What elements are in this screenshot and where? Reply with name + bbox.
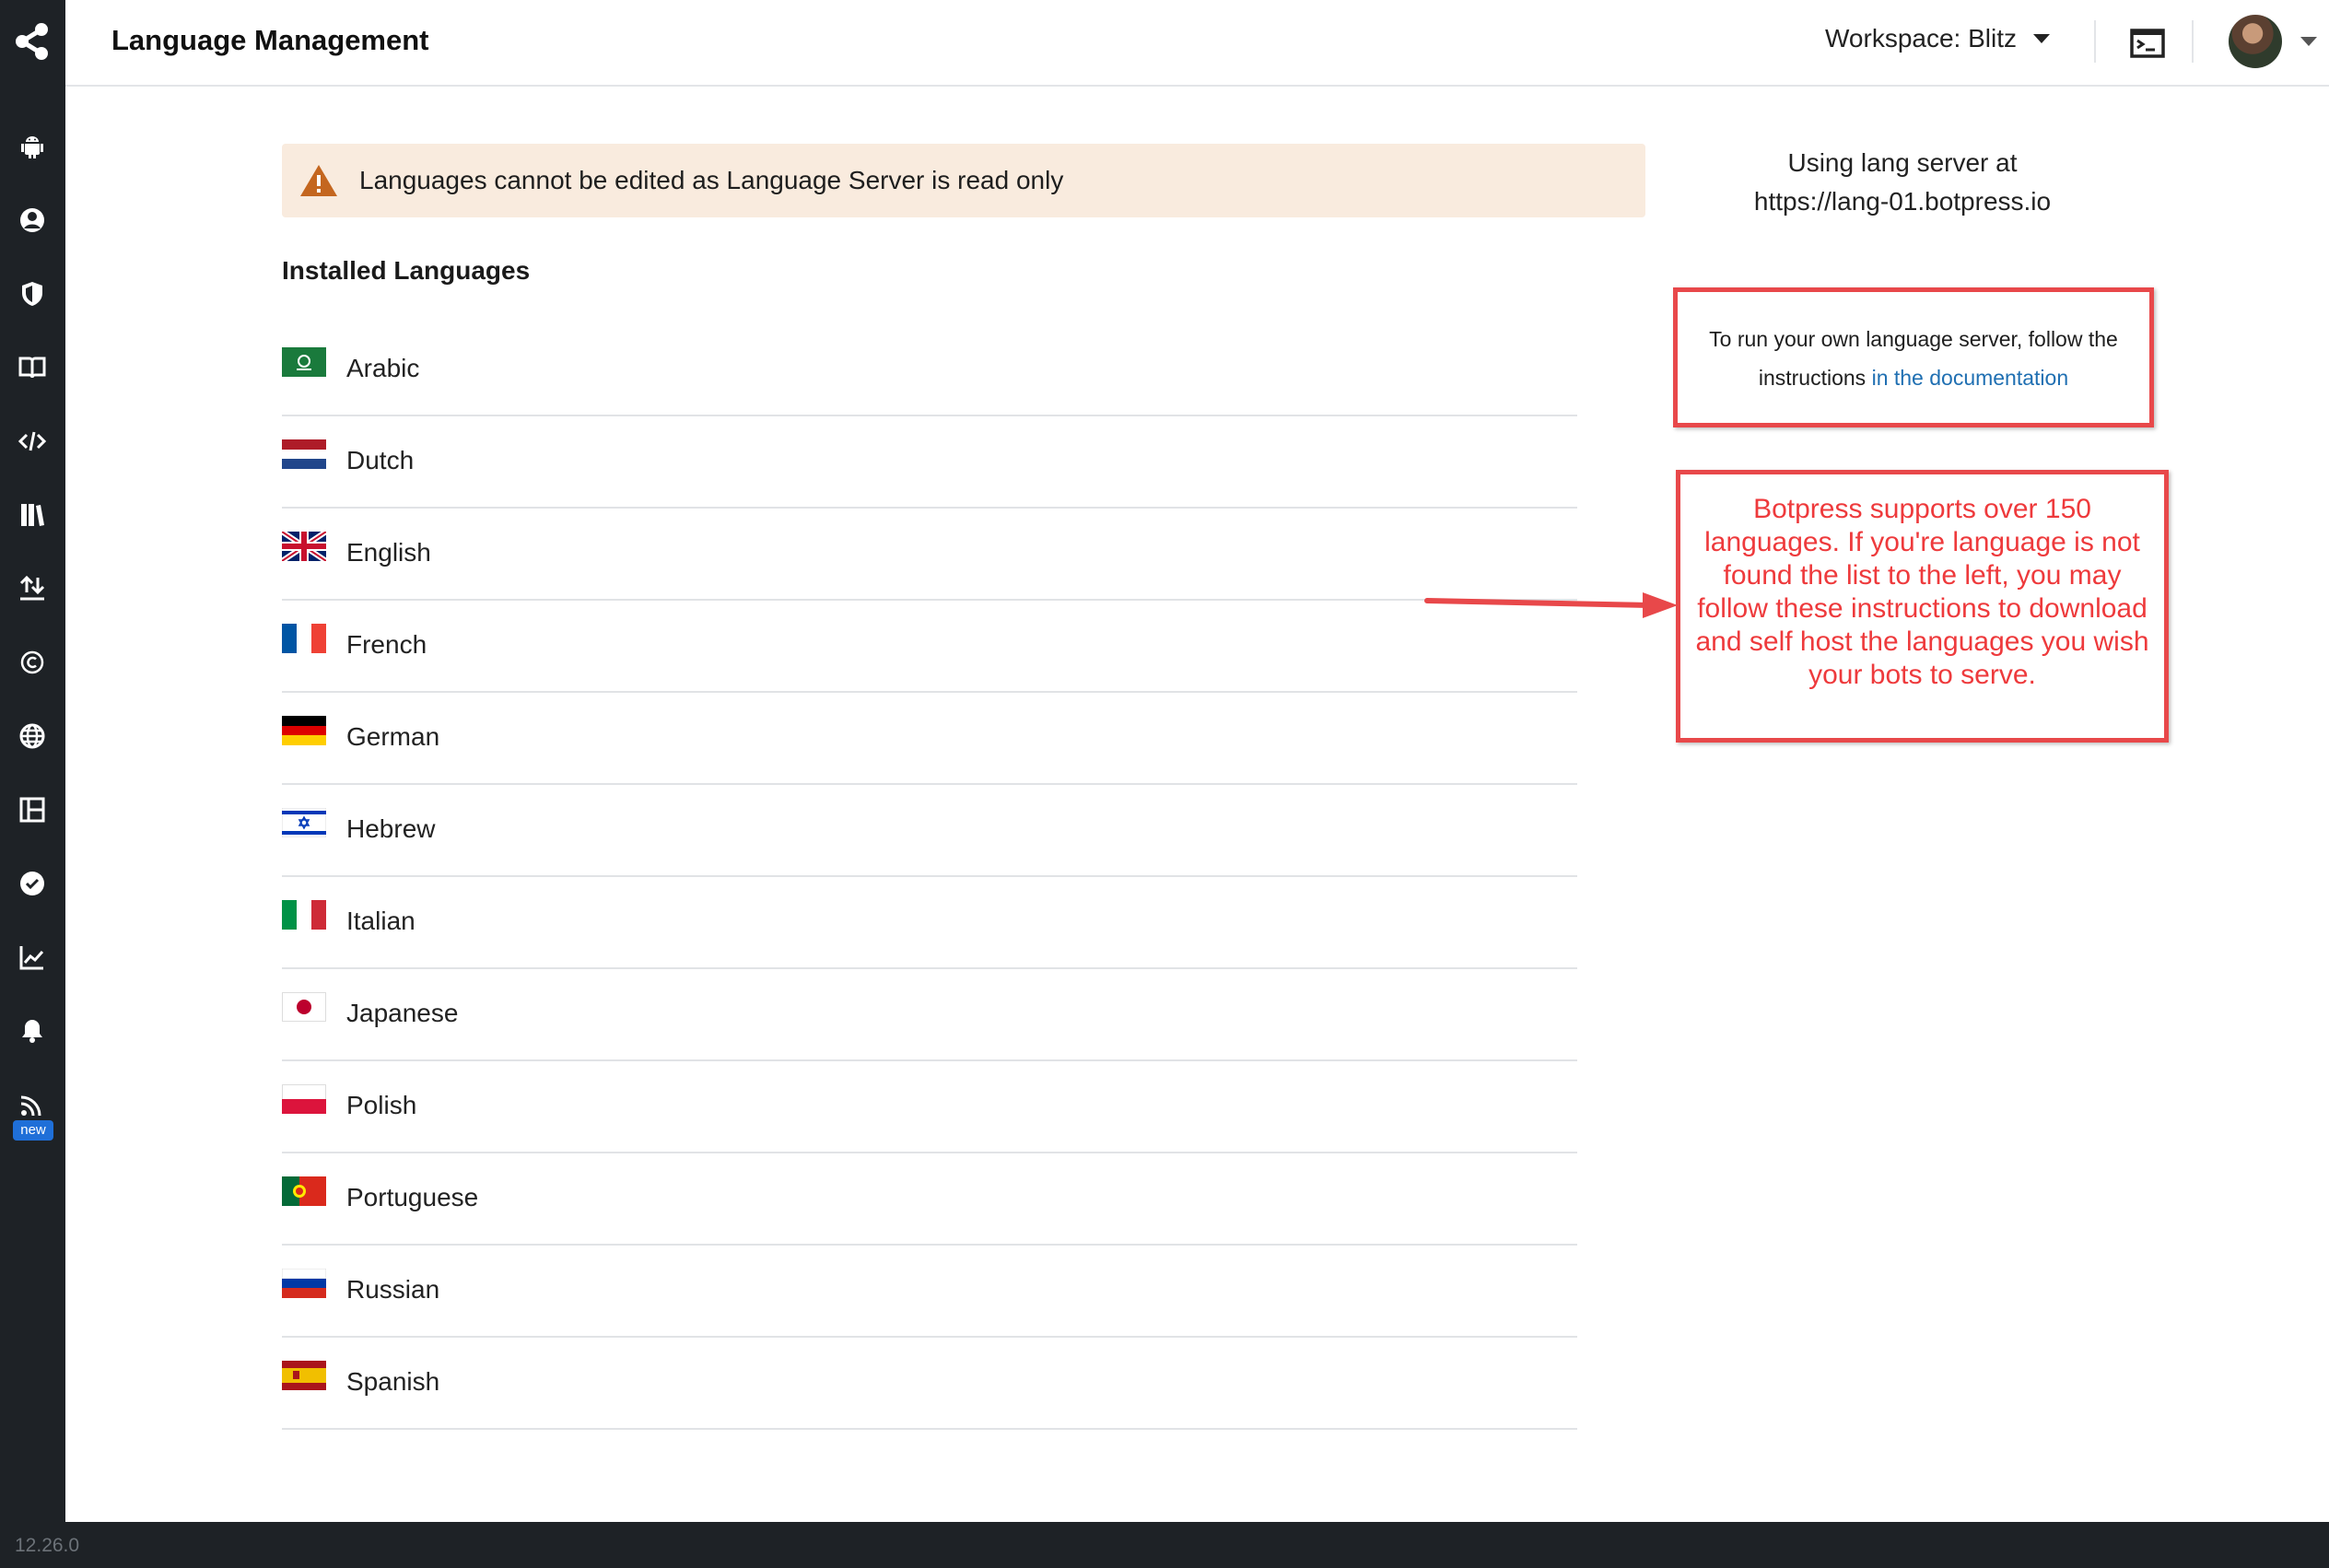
language-name: French: [346, 630, 427, 659]
list-item: Italian: [282, 877, 1577, 969]
flag-hebrew-icon: [282, 808, 326, 837]
flag-spanish-icon: [282, 1361, 326, 1390]
globe-icon[interactable]: [17, 720, 48, 752]
flag-italian-icon: [282, 900, 326, 930]
list-item: Arabic: [282, 324, 1577, 416]
workspace-selector[interactable]: Workspace: Blitz: [1825, 24, 2050, 53]
shield-icon[interactable]: [17, 278, 48, 310]
list-item: French: [282, 601, 1577, 693]
chevron-down-icon: [2033, 34, 2050, 43]
language-name: Russian: [346, 1275, 440, 1304]
lang-server-info: Using lang server at https://lang-01.bot…: [1704, 144, 2101, 221]
list-item: Polish: [282, 1061, 1577, 1153]
read-only-warning-banner: Languages cannot be edited as Language S…: [282, 144, 1645, 217]
list-item: Portuguese: [282, 1153, 1577, 1246]
import-export-icon[interactable]: [17, 573, 48, 604]
lang-server-url: https://lang-01.botpress.io: [1753, 187, 2052, 216]
flag-portuguese-icon: [282, 1176, 326, 1206]
lang-server-label: Using lang server at: [1787, 148, 2018, 177]
list-item: Russian: [282, 1246, 1577, 1338]
workspace-label: Workspace: Blitz: [1825, 24, 2017, 53]
docs-callout-box: To run your own language server, follow …: [1673, 287, 2154, 427]
flag-english-icon: [282, 532, 326, 561]
book-icon[interactable]: [17, 352, 48, 383]
installed-languages-title: Installed Languages: [282, 256, 531, 285]
language-list: Arabic Dutch English French German Hebre…: [282, 324, 1577, 1430]
language-name: Spanish: [346, 1367, 440, 1396]
flag-dutch-icon: [282, 439, 326, 469]
list-item: English: [282, 509, 1577, 601]
copyright-icon[interactable]: [17, 647, 48, 678]
flag-japanese-icon: [282, 992, 326, 1022]
list-item: Dutch: [282, 416, 1577, 509]
flag-french-icon: [282, 624, 326, 653]
new-badge: new: [13, 1120, 53, 1141]
flag-russian-icon: [282, 1269, 326, 1298]
header-divider: [2094, 20, 2096, 63]
language-name: Polish: [346, 1091, 417, 1119]
flag-polish-icon: [282, 1084, 326, 1114]
botpress-logo-icon[interactable]: [11, 20, 53, 63]
warning-text: Languages cannot be edited as Language S…: [359, 166, 1064, 194]
rss-feed-icon[interactable]: [17, 1089, 48, 1120]
terminal-icon[interactable]: [2129, 25, 2166, 62]
list-item: Spanish: [282, 1338, 1577, 1430]
bell-icon[interactable]: [17, 1015, 48, 1047]
language-name: German: [346, 722, 440, 751]
list-item: German: [282, 693, 1577, 785]
sidebar: new: [0, 0, 65, 1522]
language-name: Dutch: [346, 446, 415, 474]
documentation-link[interactable]: in the documentation: [1872, 366, 2069, 390]
library-icon[interactable]: [17, 499, 48, 531]
android-icon[interactable]: [17, 131, 48, 162]
language-name: Portuguese: [346, 1183, 479, 1211]
list-item: Hebrew: [282, 785, 1577, 877]
user-circle-icon[interactable]: [17, 205, 48, 236]
warning-icon: [300, 165, 337, 196]
language-name: English: [346, 538, 431, 567]
docs-instructions: To run your own language server, follow …: [1691, 320, 2136, 397]
check-badge-icon[interactable]: [17, 868, 48, 899]
version-label: 12.26.0: [15, 1535, 80, 1556]
list-item: Japanese: [282, 969, 1577, 1061]
chevron-down-icon[interactable]: [2300, 37, 2317, 46]
language-name: Italian: [346, 907, 415, 935]
language-name: Arabic: [346, 354, 420, 382]
status-footer: 12.26.0: [0, 1522, 2329, 1568]
page-title: Language Management: [111, 24, 429, 56]
language-name: Japanese: [346, 999, 459, 1027]
layout-panel-icon[interactable]: [17, 794, 48, 825]
annotation-arrow-icon: [1424, 592, 1678, 618]
code-icon[interactable]: [17, 426, 48, 457]
annotation-note-box: Botpress supports over 150 languages. If…: [1676, 470, 2169, 743]
header-divider: [2192, 20, 2194, 63]
language-name: Hebrew: [346, 814, 436, 843]
annotation-note-text: Botpress supports over 150 languages. If…: [1695, 494, 2149, 690]
top-header: Language Management Workspace: Blitz: [65, 0, 2329, 87]
user-avatar[interactable]: [2229, 15, 2282, 68]
trend-chart-icon[interactable]: [17, 942, 48, 973]
flag-german-icon: [282, 716, 326, 745]
flag-arabic-icon: [282, 347, 326, 377]
